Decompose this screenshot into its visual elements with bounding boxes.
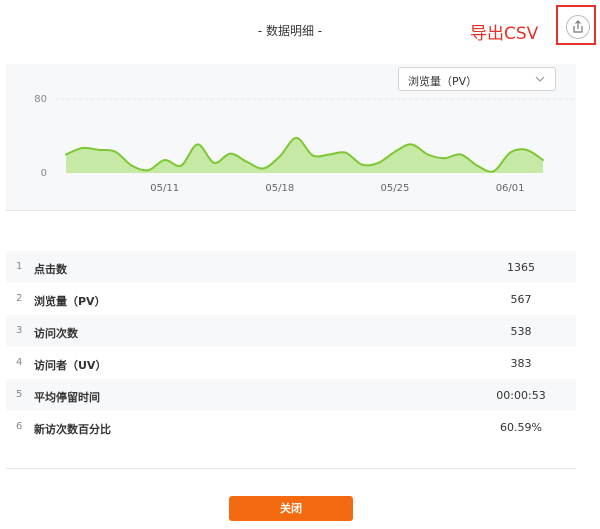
- data-point: [426, 153, 429, 156]
- row-index: 4: [16, 357, 23, 368]
- y-tick-label: 0: [41, 168, 47, 179]
- data-point: [65, 153, 67, 156]
- trend-chart: 80 0 05/11 05/18 05/25 06/01: [34, 94, 575, 194]
- metric-select-value: 浏览量（PV）: [408, 75, 478, 88]
- x-tick-label: 05/25: [381, 183, 410, 194]
- data-point: [196, 143, 199, 146]
- row-index: 3: [16, 325, 23, 336]
- data-point: [361, 163, 364, 166]
- data-point: [130, 164, 133, 167]
- row-index: 5: [16, 389, 23, 400]
- metric-value: 60.59%: [500, 421, 542, 434]
- data-point: [459, 153, 462, 156]
- bottom-divider: [6, 468, 576, 469]
- data-point: [147, 169, 150, 172]
- data-point: [114, 150, 117, 153]
- data-point: [492, 170, 495, 173]
- data-point: [278, 155, 281, 158]
- chart-divider: [6, 210, 576, 211]
- data-point: [542, 159, 544, 162]
- metric-name: 访问者（UV）: [34, 359, 107, 372]
- metric-select[interactable]: 浏览量（PV）: [398, 67, 556, 91]
- table-row: 5 平均停留时间 00:00:53: [6, 379, 576, 411]
- data-point: [262, 167, 265, 170]
- metric-value: 00:00:53: [496, 389, 546, 402]
- metric-name: 访问次数: [34, 327, 78, 340]
- table-row: 2 浏览量（PV） 567: [6, 283, 576, 315]
- data-point: [344, 151, 347, 154]
- metric-name: 点击数: [34, 263, 67, 276]
- data-point: [476, 164, 479, 167]
- y-tick-label: 80: [34, 94, 47, 105]
- data-point: [311, 154, 314, 157]
- data-point: [410, 143, 413, 146]
- metric-name: 浏览量（PV）: [34, 295, 106, 308]
- data-point: [525, 148, 528, 151]
- chevron-down-icon: [535, 76, 545, 82]
- table-row: 1 点击数 1365: [6, 251, 576, 283]
- data-point: [180, 164, 183, 167]
- data-point: [509, 151, 512, 154]
- data-point: [295, 136, 298, 139]
- data-point: [377, 161, 380, 164]
- metric-name: 新访次数百分比: [34, 423, 111, 436]
- close-button[interactable]: 关闭: [229, 496, 353, 521]
- metric-value: 1365: [507, 261, 535, 274]
- data-point: [229, 152, 232, 155]
- data-point: [81, 147, 84, 150]
- table-row: 4 访问者（UV） 383: [6, 347, 576, 379]
- row-index: 6: [16, 421, 23, 432]
- data-point: [443, 157, 446, 160]
- metric-name: 平均停留时间: [34, 391, 100, 404]
- table-row: 3 访问次数 538: [6, 315, 576, 347]
- row-index: 1: [16, 261, 23, 272]
- x-tick-label: 05/11: [150, 183, 179, 194]
- table-row: 6 新访次数百分比 60.59%: [6, 411, 576, 443]
- x-tick-label: 05/18: [265, 183, 294, 194]
- x-tick-label: 06/01: [496, 183, 525, 194]
- data-point: [245, 160, 248, 163]
- data-point: [97, 148, 100, 151]
- data-point: [163, 159, 166, 162]
- metric-value: 538: [510, 325, 532, 338]
- data-point: [393, 150, 396, 153]
- data-point: [213, 161, 216, 164]
- data-point: [328, 153, 331, 156]
- metric-value: 567: [510, 293, 532, 306]
- metric-value: 383: [510, 357, 532, 370]
- row-index: 2: [16, 293, 23, 304]
